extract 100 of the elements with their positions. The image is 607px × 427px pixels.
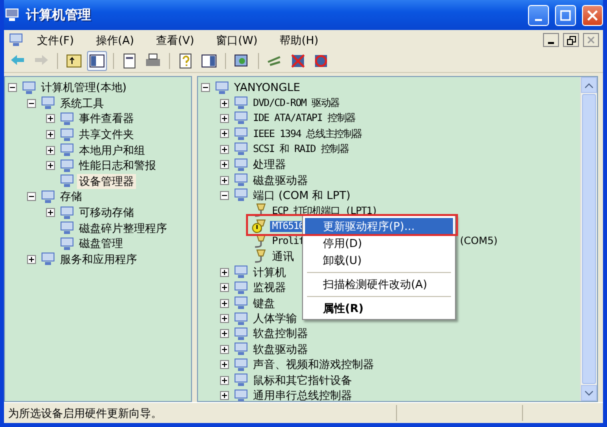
computer-icon: [8, 33, 24, 47]
expand-icon[interactable]: [220, 329, 229, 338]
tree-item[interactable]: 声音、视频和游戏控制器: [251, 357, 376, 372]
tree-item[interactable]: 通讯: [270, 249, 296, 264]
tree-item[interactable]: 磁盘管理: [77, 236, 125, 252]
collapse-icon[interactable]: [27, 98, 36, 108]
minimize-icon: [535, 18, 542, 20]
device-icon: [59, 206, 75, 220]
device-icon: [233, 111, 249, 126]
tree-item[interactable]: 软盘驱动器: [251, 342, 310, 357]
menu-item[interactable]: 操作(A): [86, 32, 144, 48]
blocked-device-icon: [312, 52, 330, 70]
tree-item[interactable]: 磁盘驱动器: [251, 172, 310, 188]
tree-item[interactable]: 存储: [58, 189, 84, 204]
collapse-icon[interactable]: [27, 192, 36, 202]
menu-item[interactable]: 窗口(W): [207, 32, 267, 48]
tree-item[interactable]: IEEE 1394 总线主控制器: [251, 126, 364, 141]
tree-item[interactable]: 本地用户和组: [77, 142, 147, 158]
tree-item[interactable]: SCSI 和 RAID 控制器: [251, 142, 351, 156]
tree-item[interactable]: 磁盘碎片整理程序: [77, 220, 169, 236]
minimize-button[interactable]: [543, 33, 559, 47]
tree-item[interactable]: 可移动存储: [77, 205, 136, 220]
expand-icon[interactable]: [220, 176, 229, 185]
device-icon: [233, 173, 249, 188]
expand-icon[interactable]: [220, 376, 229, 385]
tree-item[interactable]: 计算机: [251, 264, 288, 280]
tree-item[interactable]: 软盘控制器: [251, 326, 310, 342]
expand-icon[interactable]: [220, 160, 229, 170]
device-icon: [59, 112, 75, 126]
context-menu-item[interactable]: 更新驱动程序(P)...: [305, 218, 453, 235]
expand-icon[interactable]: [220, 283, 229, 292]
expand-icon[interactable]: [46, 130, 55, 140]
chevron-down-icon: [585, 390, 593, 396]
toolbar-button[interactable]: [87, 51, 107, 71]
device-icon: [59, 174, 75, 188]
context-menu-item[interactable]: 停用(D): [305, 235, 453, 252]
tree-item[interactable]: 事件查看器: [77, 111, 136, 126]
collapse-icon[interactable]: [201, 83, 210, 92]
tree-item[interactable]: 设备管理器: [77, 174, 136, 189]
collapse-icon[interactable]: [8, 83, 17, 92]
expand-icon[interactable]: [220, 114, 229, 123]
scrollbar[interactable]: [580, 77, 597, 401]
expand-icon[interactable]: [46, 146, 55, 155]
context-menu-item[interactable]: 属性(R): [305, 300, 453, 317]
menu-item[interactable]: 文件(F): [28, 32, 83, 48]
expand-icon[interactable]: [220, 144, 229, 154]
device-icon: [59, 158, 75, 173]
collapse-icon[interactable]: [220, 190, 229, 200]
tree-item[interactable]: 鼠标和其它指针设备: [251, 372, 354, 388]
expand-icon[interactable]: [46, 114, 55, 124]
expand-icon[interactable]: [220, 360, 229, 370]
menu-item[interactable]: 查看(V): [147, 32, 204, 48]
device-icon: [233, 358, 249, 372]
device-icon: [233, 142, 249, 156]
expand-icon[interactable]: [27, 254, 36, 264]
context-menu-item[interactable]: 卸载(U): [305, 252, 453, 269]
expand-icon[interactable]: [220, 98, 229, 108]
restore-icon: [566, 36, 576, 44]
expand-icon[interactable]: [46, 161, 55, 170]
device-icon: [59, 128, 75, 142]
device-icon: [233, 312, 249, 326]
tree-item[interactable]: IDE ATA/ATAPI 控制器: [251, 111, 358, 126]
tree-item[interactable]: 系统工具: [58, 96, 106, 111]
tree-item[interactable]: 共享文件夹: [77, 127, 136, 142]
tree-item[interactable]: 端口 (COM 和 LPT): [251, 188, 352, 203]
device-icon: [59, 143, 75, 158]
device-icon: [59, 236, 75, 251]
tree-item[interactable]: 监视器: [251, 280, 288, 296]
expand-icon[interactable]: [220, 129, 229, 138]
device-icon: [233, 280, 249, 295]
expand-icon[interactable]: [220, 268, 229, 277]
device-icon: [233, 126, 249, 141]
computer-icon: [214, 80, 230, 95]
tree-item[interactable]: YANYONGLE: [232, 81, 302, 94]
tree-item[interactable]: 通用串行总线控制器: [251, 388, 354, 401]
tree-item[interactable]: 人体学输: [251, 311, 299, 326]
tree-item[interactable]: 键盘: [251, 296, 277, 311]
maximize-button[interactable]: [555, 4, 576, 26]
status-text: 为所选设备启用硬件更新向导。: [7, 406, 163, 420]
device-icon: [233, 326, 249, 341]
tree-item[interactable]: Prolif: [270, 236, 306, 248]
tree-item[interactable]: 计算机管理(本地): [39, 80, 129, 96]
device-icon: [233, 265, 249, 280]
device-icon: [40, 252, 56, 266]
device-icon: [59, 221, 75, 236]
context-menu-item[interactable]: 扫描检测硬件改动(A): [305, 276, 453, 293]
expand-icon[interactable]: [220, 314, 229, 324]
tree-item[interactable]: 处理器: [251, 157, 288, 172]
menu-item[interactable]: 帮助(H): [270, 32, 328, 48]
tree-item[interactable]: DVD/CD-ROM 驱动器: [251, 96, 342, 110]
tree-item[interactable]: 服务和应用程序: [58, 252, 139, 267]
device-icon: [233, 388, 249, 401]
expand-icon[interactable]: [220, 344, 229, 354]
device-icon: [233, 158, 249, 172]
tree-item-suffix: (COM5): [458, 236, 499, 248]
tree-item[interactable]: 性能日志和警报: [77, 158, 158, 174]
expand-icon[interactable]: [46, 208, 55, 218]
expand-icon[interactable]: [220, 391, 229, 400]
expand-icon[interactable]: [220, 298, 229, 308]
restore-button[interactable]: [563, 33, 579, 47]
